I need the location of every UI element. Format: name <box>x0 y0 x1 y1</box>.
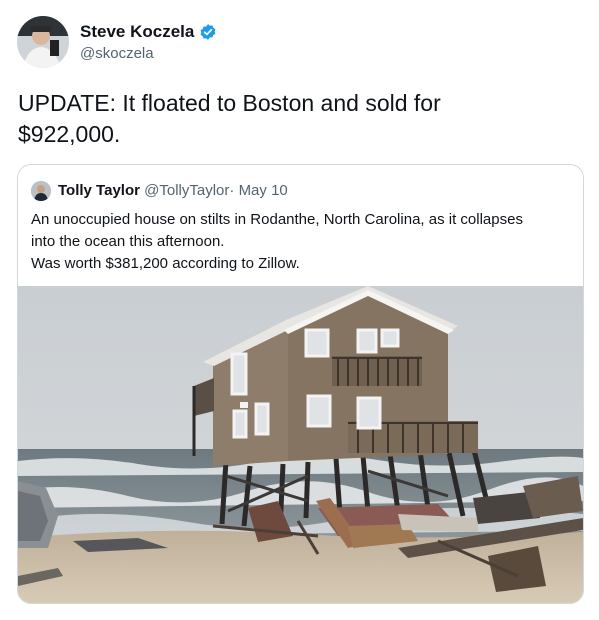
quoted-text-line: An unoccupied house on stilts in Rodanth… <box>31 211 523 228</box>
quoted-separator: · <box>229 182 235 199</box>
author-name-text[interactable]: Steve Koczela <box>80 22 194 42</box>
author-name[interactable]: Steve Koczela <box>80 22 217 42</box>
tweet-text: UPDATE: It floated to Boston and sold fo… <box>18 88 578 150</box>
quoted-text-line: into the ocean this afternoon. <box>31 233 225 250</box>
quoted-author-handle[interactable]: @TollyTaylor <box>144 182 229 199</box>
quoted-author-name[interactable]: Tolly Taylor <box>58 182 140 199</box>
quoted-date[interactable]: May 10 <box>239 182 288 199</box>
author-avatar[interactable] <box>17 16 69 68</box>
quoted-author-avatar[interactable] <box>31 181 51 201</box>
tweet-text-line: UPDATE: It floated to Boston and sold fo… <box>18 90 441 116</box>
quoted-tweet[interactable]: Tolly Taylor @TollyTaylor· May 10 An uno… <box>17 164 584 604</box>
quoted-text: An unoccupied house on stilts in Rodanth… <box>31 209 571 275</box>
quoted-text-line: Was worth $381,200 according to Zillow. <box>31 255 300 272</box>
tweet-text-line: $922,000. <box>18 121 121 147</box>
verified-badge-icon <box>199 23 217 41</box>
quoted-photo[interactable] <box>18 286 583 603</box>
quoted-header: Tolly Taylor @TollyTaylor· May 10 <box>58 182 288 199</box>
author-handle[interactable]: @skoczela <box>80 45 154 62</box>
